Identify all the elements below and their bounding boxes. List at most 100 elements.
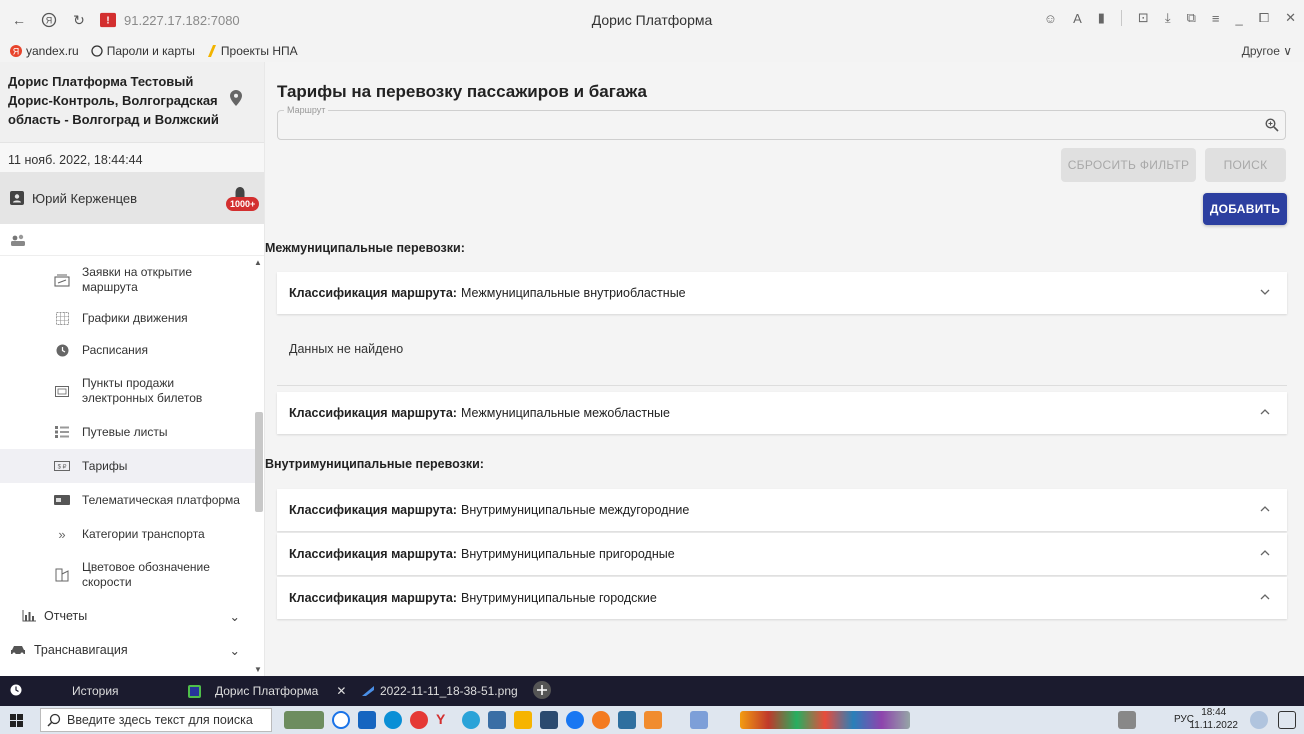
list-icon [54, 424, 70, 440]
photos-icon[interactable] [618, 711, 636, 729]
add-button[interactable]: ДОБАВИТЬ [1203, 193, 1287, 225]
yandex-app-icon[interactable] [410, 711, 428, 729]
history-button[interactable]: История [72, 684, 119, 698]
sidebar-item-waybills[interactable]: Путевые листы [0, 415, 262, 449]
scroll-down-icon[interactable]: ▼ [254, 665, 262, 674]
emoji-icon[interactable]: ☺ [1044, 11, 1057, 26]
doris-tab-icon [188, 684, 201, 698]
history-clock-icon[interactable] [10, 684, 22, 696]
sidebar-item-tariffs[interactable]: $ ₽ Тарифы [0, 449, 262, 483]
word-icon[interactable] [358, 711, 376, 729]
route-field[interactable]: Маршрут [277, 105, 1286, 140]
reload-icon[interactable]: ↻ [70, 11, 88, 29]
notification-avatar-icon[interactable] [1250, 711, 1268, 729]
file-explorer-icon[interactable] [514, 711, 532, 729]
sidebar-item-route-requests[interactable]: Заявки на открытие маршрута [0, 256, 262, 303]
bookmark-flag-icon[interactable]: ▮ [1098, 10, 1105, 26]
back-icon[interactable]: ← [10, 11, 28, 29]
scroll-up-icon[interactable]: ▲ [254, 258, 262, 267]
yandex-y-icon[interactable]: Y [436, 711, 454, 729]
sidebar-scrollbar[interactable]: ▲ ▼ [252, 256, 264, 676]
sidebar-item-schedules-graph[interactable]: Графики движения [0, 303, 262, 333]
classification-value: Внутримуниципальные пригородные [460, 547, 675, 561]
user-panel[interactable]: Юрий Керженцев 1000+ [0, 172, 264, 224]
collections-icon[interactable]: ⊡ [1138, 10, 1149, 26]
sidebar-item-ticket-points[interactable]: Пункты продажи электронных билетов [0, 367, 262, 415]
bookmark-npa[interactable]: Проекты НПА [207, 44, 298, 58]
chevron-down-icon [1260, 289, 1270, 295]
accordion-intra-regional[interactable]: Классификация маршрута: Межмуниципальные… [277, 272, 1287, 314]
classification-label: Классификация маршрута: [289, 406, 457, 420]
network-icon[interactable] [1118, 711, 1136, 729]
chevron-up-icon [1260, 409, 1270, 415]
camera-icon[interactable] [540, 711, 558, 729]
svg-text:!: ! [106, 16, 109, 27]
tab-doris-platform[interactable]: Дорис Платформа ✕ [188, 684, 346, 698]
sidebar-item-transport-categories[interactable]: » Категории транспорта [0, 517, 262, 551]
org-name: Дорис Платформа Тестовый Дорис-Контроль,… [8, 74, 219, 127]
search-button[interactable]: ПОИСК [1205, 148, 1286, 182]
taskbar-search[interactable]: Введите здесь текст для поиска [40, 708, 272, 732]
close-icon[interactable]: ✕ [1285, 10, 1296, 26]
sidebar-item-telematics[interactable]: Телематическая платформа [0, 483, 262, 517]
facebook-icon[interactable] [566, 711, 584, 729]
svg-text:Я: Я [46, 16, 53, 26]
windows-start-icon[interactable] [10, 714, 23, 727]
accordion-urban[interactable]: Классификация маршрута: Внутримуниципаль… [277, 577, 1287, 619]
extensions-icon[interactable]: ⧉ [1187, 10, 1196, 26]
warning-icon[interactable]: ! [100, 12, 116, 28]
bookmark-yandex[interactable]: Я yandex.ru [10, 44, 79, 58]
taskbar-search-placeholder: Введите здесь текст для поиска [67, 713, 253, 727]
sidebar-section-transnavigation[interactable]: Транснавигация ⌄ [0, 633, 262, 667]
accordion-intercity[interactable]: Классификация маршрута: Внутримуниципаль… [277, 489, 1287, 531]
weather-widget-icon[interactable] [284, 711, 324, 729]
request-icon [54, 272, 70, 288]
accordion-suburban[interactable]: Классификация маршрута: Внутримуниципаль… [277, 533, 1287, 575]
download-icon[interactable]: ⤓ [1165, 10, 1171, 26]
clock[interactable]: 18:44 11.11.2022 [1189, 706, 1238, 732]
calculator-icon[interactable] [488, 711, 506, 729]
action-center-icon[interactable] [1278, 711, 1296, 729]
classification-value: Межмуниципальные внутриобластные [460, 286, 686, 300]
grid-icon [54, 310, 70, 326]
app-orange-icon[interactable] [644, 711, 662, 729]
address-bar[interactable]: 91.227.17.182:7080 [124, 13, 240, 28]
yandex-browser-icon[interactable]: Я [40, 11, 58, 29]
sidebar-item-timetables[interactable]: Расписания [0, 333, 262, 367]
sidebar-item-speed-colors[interactable]: Цветовое обозначение скорости [0, 551, 262, 599]
chrome-icon[interactable] [332, 711, 350, 729]
telematic-icon [54, 492, 70, 508]
bookmarks-other[interactable]: Другое ∨ [1242, 44, 1292, 58]
browser-tabbar: История Дорис Платформа ✕ 2022-11-11_18-… [0, 676, 1304, 706]
system-tray-icons[interactable] [740, 711, 910, 729]
telegram-icon[interactable] [462, 711, 480, 729]
restore-icon[interactable]: ⧠ [1259, 10, 1269, 26]
classification-value: Межмуниципальные межобластные [460, 406, 670, 420]
location-pin-icon[interactable] [230, 90, 242, 106]
separator [1120, 10, 1122, 26]
tariff-icon: $ ₽ [54, 458, 70, 474]
map-section[interactable] [0, 224, 264, 256]
group-intermunicipal-title: Межмуниципальные перевозки: [265, 241, 465, 255]
sidebar-section-reports[interactable]: Отчеты ⌄ [0, 599, 262, 633]
classification-value: Внутримуниципальные городские [460, 591, 657, 605]
minimize-icon[interactable]: _ [1235, 11, 1242, 26]
reset-filter-button[interactable]: СБРОСИТЬ ФИЛЬТР [1061, 148, 1196, 182]
ok-icon[interactable] [592, 711, 610, 729]
tab-close-icon[interactable]: ✕ [336, 684, 346, 698]
translate-icon[interactable]: A [1073, 11, 1082, 26]
accordion-inter-regional[interactable]: Классификация маршрута: Межмуниципальные… [277, 392, 1287, 434]
notifications[interactable]: 1000+ [226, 186, 260, 211]
route-legend: Маршрут [284, 105, 329, 115]
group-intramunicipal-title: Внутримуниципальные перевозки: [265, 457, 484, 471]
zoom-search-icon[interactable] [1265, 118, 1279, 132]
menu-icon[interactable]: ≡ [1212, 11, 1220, 26]
bookmark-passwords[interactable]: Пароли и карты [91, 44, 195, 58]
scroll-thumb[interactable] [255, 412, 263, 512]
edge-icon[interactable] [384, 711, 402, 729]
monitor-icon[interactable] [690, 711, 708, 729]
new-tab-button[interactable] [532, 680, 552, 700]
tab-screenshot[interactable]: 2022-11-11_18-38-51.png [362, 684, 518, 698]
key-icon [91, 45, 103, 57]
browser-titlebar: ← Я ↻ ! 91.227.17.182:7080 Дорис Платфор… [0, 0, 1304, 40]
